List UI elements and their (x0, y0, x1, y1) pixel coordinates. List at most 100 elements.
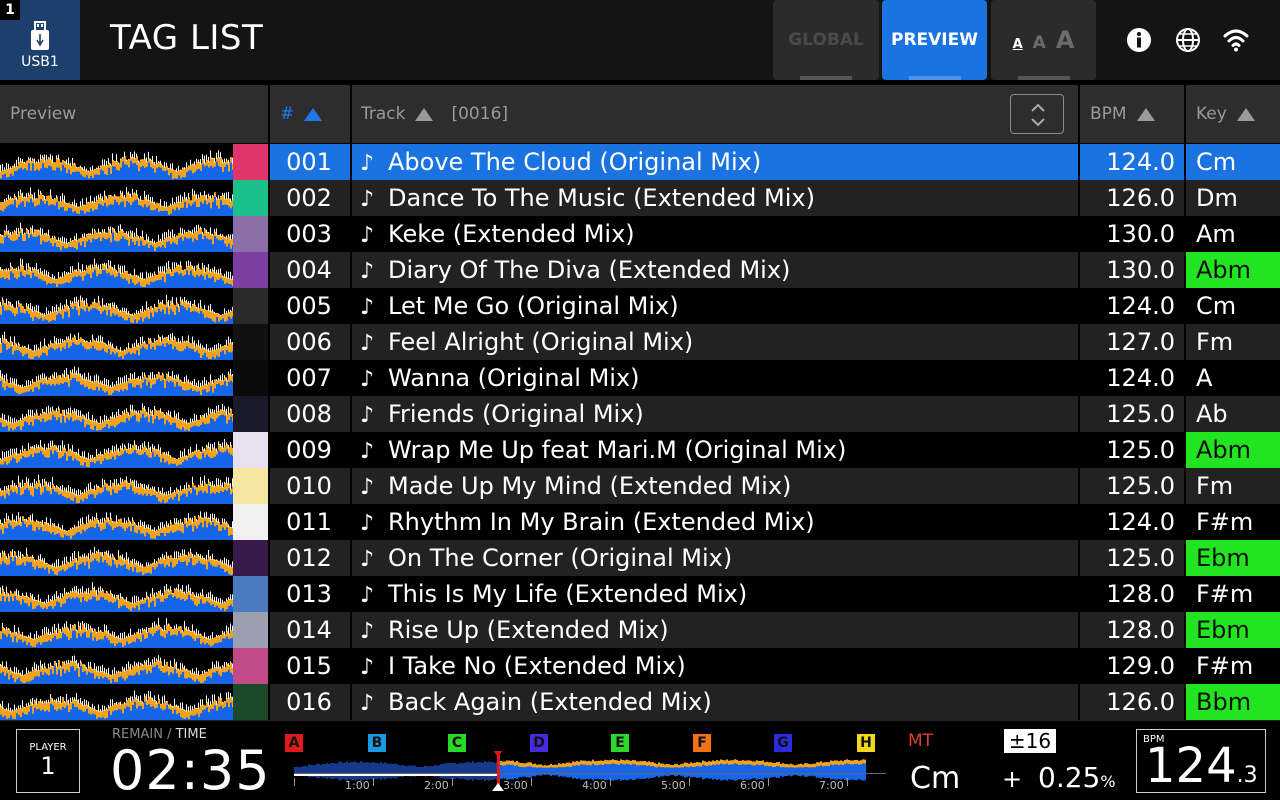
column-divider (1184, 360, 1186, 396)
track-title-cell: ♪ Wrap Me Up feat Mari.M (Original Mix) (352, 432, 1078, 468)
source-usb-button[interactable]: 1 USB1 (0, 0, 80, 80)
column-divider (1184, 288, 1186, 324)
waveform-preview[interactable] (0, 648, 233, 684)
font-size-button[interactable]: A A A (991, 0, 1096, 80)
waveform-preview[interactable] (0, 252, 233, 288)
album-art-thumbnail (233, 216, 268, 252)
hotcue-e[interactable]: E (611, 734, 629, 752)
hotcue-h[interactable]: H (857, 734, 875, 752)
hotcue-d[interactable]: D (530, 734, 548, 752)
column-divider (1184, 85, 1186, 143)
column-divider (350, 468, 352, 504)
waveform-preview[interactable] (0, 468, 233, 504)
column-divider (1078, 252, 1080, 288)
waveform-preview[interactable] (0, 432, 233, 468)
tab-global[interactable]: GLOBAL (773, 0, 879, 80)
track-row[interactable]: 013 ♪ This Is My Life (Extended Mix) 128.0 F… (0, 576, 1280, 612)
track-row[interactable]: 001 ♪ Above The Cloud (Original Mix) 124.0 C… (0, 144, 1280, 180)
track-row[interactable]: 012 ♪ On The Corner (Original Mix) 125.0 Ebm (0, 540, 1280, 576)
column-divider (1078, 396, 1080, 432)
music-note-icon: ♪ (360, 295, 375, 320)
music-note-icon: ♪ (360, 223, 375, 248)
column-divider (268, 216, 270, 252)
info-icon[interactable] (1126, 27, 1152, 53)
hotcue-f[interactable]: F (693, 734, 711, 752)
hotcue-b[interactable]: B (368, 734, 386, 752)
globe-icon[interactable] (1175, 27, 1201, 53)
track-title-cell: ♪ Rhythm In My Brain (Extended Mix) (352, 504, 1078, 540)
track-row[interactable]: 002 ♪ Dance To The Music (Extended Mix) 126… (0, 180, 1280, 216)
track-row[interactable]: 009 ♪ Wrap Me Up feat Mari.M (Original Mix… (0, 432, 1280, 468)
waveform-preview[interactable] (0, 288, 233, 324)
hotcue-a[interactable]: A (285, 734, 303, 752)
waveform-preview[interactable] (0, 216, 233, 252)
music-note-icon: ♪ (360, 331, 375, 356)
waveform-preview[interactable] (0, 540, 233, 576)
tab-preview[interactable]: PREVIEW (882, 0, 987, 80)
waveform-preview[interactable] (0, 504, 233, 540)
track-row[interactable]: 003 ♪ Keke (Extended Mix) 130.0 Am (0, 216, 1280, 252)
elapsed-time: 02:35 (110, 739, 271, 800)
album-art-thumbnail (233, 360, 268, 396)
hotcue-g[interactable]: G (774, 734, 792, 752)
track-row[interactable]: 006 ♪ Feel Alright (Original Mix) 127.0 Fm (0, 324, 1280, 360)
waveform-preview[interactable] (0, 180, 233, 216)
sort-toggle-button[interactable] (1010, 94, 1064, 134)
track-count: [0016] (451, 104, 509, 124)
column-preview-label: Preview (10, 104, 77, 124)
column-divider (268, 432, 270, 468)
wifi-icon[interactable] (1223, 27, 1249, 53)
timeline-label: 5:00 (661, 779, 686, 792)
column-divider (268, 396, 270, 432)
track-row[interactable]: 015 ♪ I Take No (Extended Mix) 129.0 F#m (0, 648, 1280, 684)
track-number: 002 (286, 184, 332, 212)
column-key[interactable]: Key (1196, 85, 1255, 143)
track-row[interactable]: 008 ♪ Friends (Original Mix) 125.0 Ab (0, 396, 1280, 432)
column-number[interactable]: # (280, 85, 323, 143)
waveform-preview[interactable] (0, 360, 233, 396)
column-divider (350, 360, 352, 396)
track-row[interactable]: 014 ♪ Rise Up (Extended Mix) 128.0 Ebm (0, 612, 1280, 648)
column-divider (1078, 180, 1080, 216)
column-track[interactable]: Track [0016] (361, 85, 508, 143)
column-header: Preview # Track [0016] BPM Key (0, 85, 1280, 143)
column-bpm[interactable]: BPM (1090, 85, 1155, 143)
sort-ascending-icon (1236, 107, 1255, 121)
waveform-preview[interactable] (0, 324, 233, 360)
waveform-preview[interactable] (0, 684, 233, 720)
track-title-cell: ♪ Rise Up (Extended Mix) (352, 612, 1078, 648)
hotcue-c[interactable]: C (448, 734, 466, 752)
track-title: Above The Cloud (Original Mix) (388, 148, 762, 176)
master-tempo-indicator[interactable]: MT (908, 731, 933, 751)
track-key: Ab (1196, 400, 1228, 428)
sort-ascending-icon (1136, 107, 1155, 121)
track-row[interactable]: 011 ♪ Rhythm In My Brain (Extended Mix) 124… (0, 504, 1280, 540)
column-divider (1184, 324, 1186, 360)
music-note-icon: ♪ (360, 259, 375, 284)
waveform-preview[interactable] (0, 612, 233, 648)
track-bpm: 125.0 (1106, 436, 1175, 464)
track-row[interactable]: 010 ♪ Made Up My Mind (Extended Mix) 125.0 F… (0, 468, 1280, 504)
column-divider (350, 252, 352, 288)
album-art-thumbnail (233, 144, 268, 180)
column-divider (1078, 684, 1080, 720)
waveform-preview[interactable] (0, 396, 233, 432)
track-row[interactable]: 005 ♪ Let Me Go (Original Mix) 124.0 Cm (0, 288, 1280, 324)
tab-indicator (800, 76, 852, 80)
music-note-icon: ♪ (360, 511, 375, 536)
track-key: Fm (1196, 328, 1234, 356)
column-bpm-label: BPM (1090, 104, 1127, 124)
track-row[interactable]: 007 ♪ Wanna (Original Mix) 124.0 A (0, 360, 1280, 396)
waveform-preview[interactable] (0, 576, 233, 612)
column-divider (268, 612, 270, 648)
track-row[interactable]: 004 ♪ Diary Of The Diva (Extended Mix) 130.… (0, 252, 1280, 288)
bpm-display: BPM 124.3 (1136, 729, 1266, 793)
column-divider (1184, 684, 1186, 720)
track-bpm: 126.0 (1106, 688, 1175, 716)
track-number: 006 (286, 328, 332, 356)
tab-global-label: GLOBAL (788, 30, 864, 50)
column-divider (1184, 468, 1186, 504)
tempo-range-badge[interactable]: ±16 (1004, 729, 1056, 753)
track-row[interactable]: 016 ♪ Back Again (Extended Mix) 126.0 Bbm (0, 684, 1280, 720)
waveform-preview[interactable] (0, 144, 233, 180)
